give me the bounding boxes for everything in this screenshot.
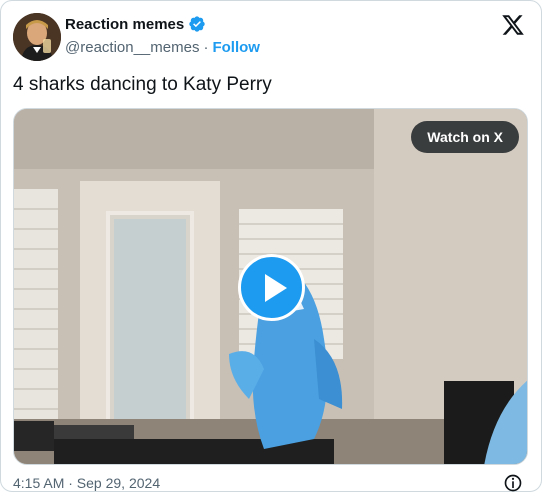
play-icon	[265, 274, 287, 302]
separator-dot: ·	[203, 39, 209, 56]
verified-badge-icon	[189, 16, 205, 32]
x-logo-icon[interactable]	[501, 13, 525, 37]
play-button[interactable]	[238, 254, 305, 321]
info-icon[interactable]	[503, 473, 523, 493]
author-name[interactable]: Reaction memes	[65, 16, 184, 33]
follow-button[interactable]: Follow	[212, 39, 260, 56]
video-player[interactable]: Watch on X	[13, 108, 528, 465]
tweet-card: Reaction memes @reaction__memes · Follow…	[0, 0, 542, 492]
tweet-timestamp[interactable]: 4:15 AM · Sep 29, 2024	[13, 475, 160, 491]
avatar[interactable]	[13, 13, 61, 61]
author-handle-row: @reaction__memes · Follow	[65, 39, 260, 56]
tweet-text: 4 sharks dancing to Katy Perry	[13, 74, 272, 95]
author-name-row: Reaction memes	[65, 15, 206, 33]
author-handle[interactable]: @reaction__memes	[65, 39, 199, 56]
watch-on-x-button[interactable]: Watch on X	[411, 121, 519, 153]
